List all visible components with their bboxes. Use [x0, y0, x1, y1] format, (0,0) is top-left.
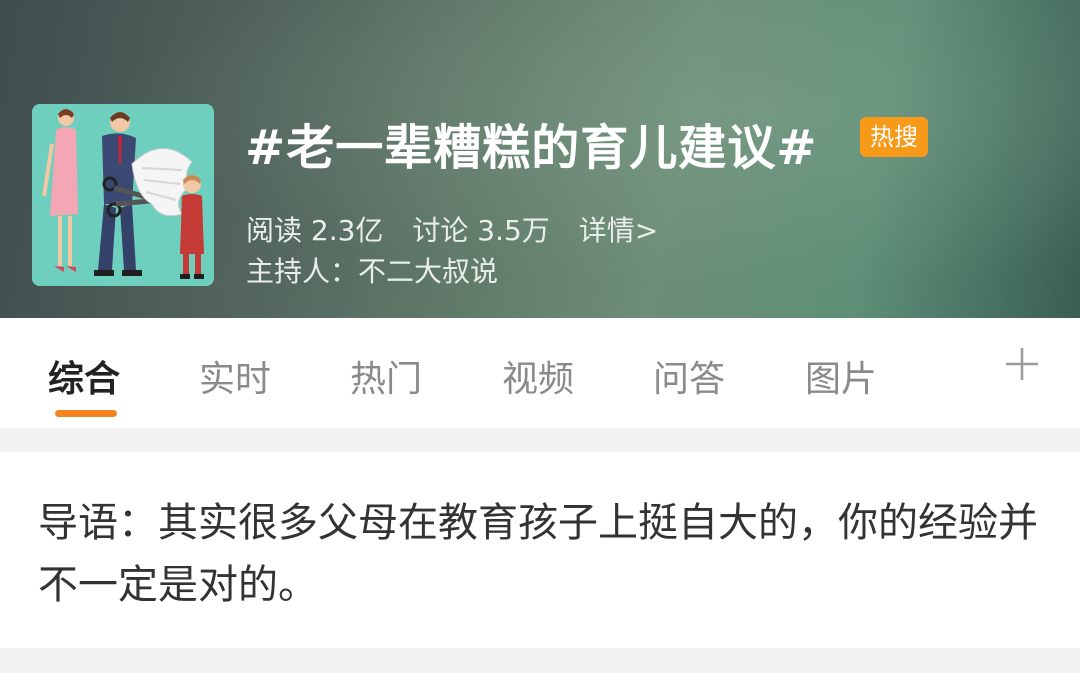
tab-video[interactable]: 视频: [502, 350, 574, 402]
tab-images[interactable]: 图片: [805, 350, 877, 402]
topic-header: #老一辈糟糕的育儿建议# 热搜 阅读 2.3亿 讨论 3.5万 详情> 主持人：…: [0, 0, 1080, 318]
topic-host[interactable]: 主持人：不二大叔说: [246, 250, 498, 290]
tab-realtime[interactable]: 实时: [199, 350, 271, 402]
section-divider: [0, 428, 1080, 452]
discussion-count: 讨论 3.5万: [412, 214, 550, 247]
details-link[interactable]: 详情>: [579, 214, 658, 247]
hot-badge: 热搜: [860, 117, 928, 157]
topic-cover-image[interactable]: [32, 104, 214, 286]
read-count: 阅读 2.3亿: [246, 214, 384, 247]
tab-hot[interactable]: 热门: [350, 350, 422, 402]
plus-icon-glyph: [1006, 348, 1038, 380]
tab-qa[interactable]: 问答: [653, 350, 725, 402]
active-tab-indicator: [55, 410, 117, 417]
topic-stats: 阅读 2.3亿 讨论 3.5万 详情>: [246, 209, 678, 249]
intro-card: 导语：其实很多父母在教育孩子上挺自大的，你的经验并不一定是对的。: [0, 452, 1080, 648]
tab-bar: 综合 实时 热门 视频 问答 图片: [0, 318, 1080, 428]
cover-illustration: [32, 104, 214, 286]
topic-title: #老一辈糟糕的育儿建议#: [245, 120, 818, 176]
plus-icon[interactable]: [1004, 346, 1040, 390]
tab-overview[interactable]: 综合: [48, 350, 120, 402]
intro-text: 导语：其实很多父母在教育孩子上挺自大的，你的经验并不一定是对的。: [38, 500, 1038, 608]
section-divider: [0, 648, 1080, 673]
